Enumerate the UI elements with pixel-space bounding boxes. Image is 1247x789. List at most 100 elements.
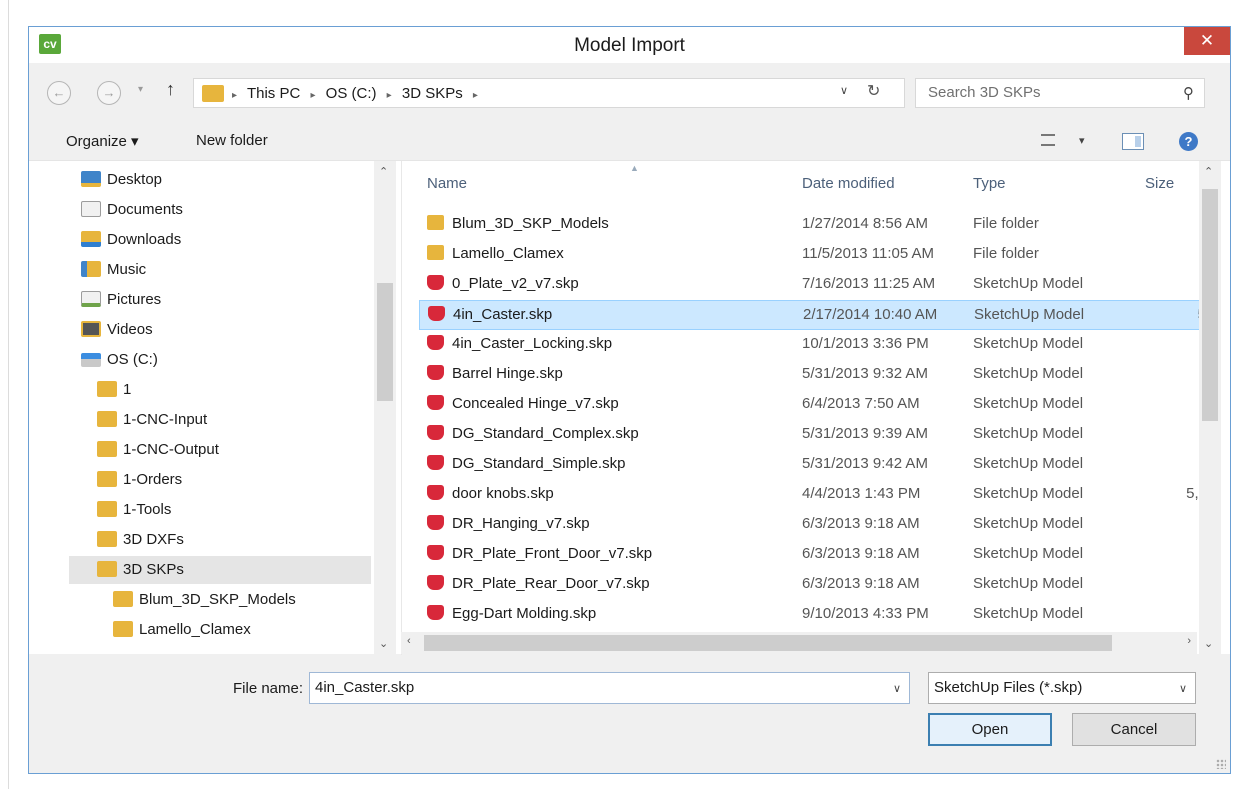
file-date-cell: 6/3/2013 9:18 AM [802,515,920,532]
drive-icon [81,353,101,367]
scroll-up-icon[interactable]: ⌃ [1204,165,1213,178]
file-row[interactable]: Concealed Hinge_v7.skp 6/4/2013 7:50 AM Sk… [419,390,1209,420]
column-header-type[interactable]: Type [973,175,1006,192]
file-row[interactable]: DG_Standard_Complex.skp 5/31/2013 9:39 AM… [419,420,1209,450]
tree-item[interactable]: OS (C:) [81,346,158,374]
file-type-select[interactable]: SketchUp Files (*.skp) ∨ [928,672,1196,704]
column-header-size[interactable]: Size [1145,175,1174,192]
tree-item[interactable]: 1-CNC-Output [97,436,219,464]
new-folder-button[interactable]: New folder [196,132,268,149]
file-row[interactable]: door knobs.skp 4/4/2013 1:43 PM SketchUp M… [419,480,1209,510]
help-icon[interactable]: ? [1179,132,1198,151]
file-row[interactable]: 4in_Caster_Locking.skp 10/1/2013 3:36 PM S… [419,330,1209,360]
file-type-dropdown-icon[interactable]: ∨ [1179,682,1187,695]
navigation-scrollbar[interactable]: ⌃ ⌄ [374,161,396,655]
file-type-cell: SketchUp Model [973,515,1084,532]
horizontal-scrollbar[interactable]: ‹ › [401,632,1197,654]
refresh-icon[interactable]: ↻ [867,81,880,101]
file-row[interactable]: Lamello_Clamex 11/5/2013 11:05 AM File fol… [419,240,1209,270]
tree-item[interactable]: 1-Orders [97,466,182,494]
folder-icon [427,245,444,260]
file-row[interactable]: 4in_Caster.skp 2/17/2014 10:40 AM SketchUp… [419,300,1209,330]
tree-item[interactable]: Desktop [81,166,162,194]
file-date-cell: 11/5/2013 11:05 AM [802,245,935,262]
file-date-cell: 6/4/2013 7:50 AM [802,395,920,412]
tree-item[interactable]: 3D DXFs [97,526,184,554]
tree-item[interactable]: Videos [81,316,153,344]
page-edge-line [8,0,9,789]
file-name-cell: 4in_Caster.skp [428,301,552,329]
scrollbar-thumb[interactable] [424,635,1112,651]
title-bar[interactable]: cv Model Import ✕ [29,27,1230,63]
folder-icon [97,441,117,457]
resize-grip-icon[interactable] [1216,759,1226,769]
breadcrumb-this-pc[interactable]: This PC [247,85,300,102]
file-name-cell: door knobs.skp [427,480,554,508]
tree-item[interactable]: 1 [97,376,131,404]
tree-item[interactable]: 3D SKPs [69,556,371,584]
open-button[interactable]: Open [928,713,1052,746]
file-list-scrollbar[interactable]: ⌃ ⌄ [1199,161,1221,655]
file-name-cell: DR_Hanging_v7.skp [427,510,590,538]
file-name-input[interactable]: 4in_Caster.skp ∨ [309,672,910,704]
column-header-date-modified[interactable]: Date modified [802,175,895,192]
tree-item[interactable]: Downloads [81,226,181,254]
tree-item[interactable]: Music [81,256,146,284]
file-row[interactable]: DG_Standard_Simple.skp 5/31/2013 9:42 AM S… [419,450,1209,480]
downloads-icon [81,231,101,247]
file-type-cell: File folder [973,215,1039,232]
tree-item[interactable]: Documents [81,196,183,224]
search-input[interactable]: Search 3D SKPs ⚲ [915,78,1205,108]
file-name-value: 4in_Caster.skp [315,679,415,696]
back-arrow-icon[interactable]: ← [47,81,71,105]
breadcrumb-3d-skps[interactable]: 3D SKPs [402,85,463,102]
scrollbar-thumb[interactable] [1202,189,1218,421]
file-row[interactable]: DR_Plate_Front_Door_v7.skp 6/3/2013 9:18 … [419,540,1209,570]
search-icon[interactable]: ⚲ [1183,84,1194,102]
file-row[interactable]: DR_Plate_Rear_Door_v7.skp 6/3/2013 9:18 A… [419,570,1209,600]
file-type-cell: SketchUp Model [974,306,1085,323]
organize-button[interactable]: Organize ▾ [66,132,139,150]
address-dropdown-icon[interactable]: ∨ [840,84,848,97]
scroll-up-icon[interactable]: ⌃ [379,165,388,178]
scroll-down-icon[interactable]: ⌄ [1204,637,1213,650]
recent-locations-dropdown-icon[interactable]: ▾ [138,84,143,95]
file-date-cell: 4/4/2013 1:43 PM [802,485,921,502]
tree-item[interactable]: 1-Tools [97,496,171,524]
view-options-icon[interactable] [1041,134,1055,146]
file-row[interactable]: Blum_3D_SKP_Models 1/27/2014 8:56 AM File … [419,210,1209,240]
preview-pane-icon[interactable] [1122,133,1144,150]
file-date-cell: 7/16/2013 11:25 AM [802,275,936,292]
scroll-down-icon[interactable]: ⌄ [379,637,388,650]
file-date-cell: 1/27/2014 8:56 AM [802,215,928,232]
window-title: Model Import [574,35,685,56]
column-header-name[interactable]: Name [427,175,467,192]
tree-item-label: Pictures [107,291,162,308]
file-row[interactable]: Egg-Dart Molding.skp 9/10/2013 4:33 PM Ske… [419,600,1209,630]
breadcrumb-os-c[interactable]: OS (C:) [326,85,377,102]
file-type-cell: SketchUp Model [973,485,1084,502]
file-name-dropdown-icon[interactable]: ∨ [893,682,901,695]
scrollbar-thumb[interactable] [377,283,393,401]
navigation-pane[interactable]: Desktop Documents Downloads Music Pictures Vi… [29,161,398,655]
file-row[interactable]: 0_Plate_v2_v7.skp 7/16/2013 11:25 AM Sketc… [419,270,1209,300]
tree-item[interactable]: Blum_3D_SKP_Models [113,586,296,614]
tree-item-label: 1-CNC-Output [123,441,219,458]
cancel-button[interactable]: Cancel [1072,713,1196,746]
view-dropdown-icon[interactable]: ▾ [1079,134,1085,147]
scroll-left-icon[interactable]: ‹ [407,635,411,647]
file-date-cell: 5/31/2013 9:39 AM [802,425,928,442]
file-name-cell: Egg-Dart Molding.skp [427,600,596,628]
file-name-cell: Blum_3D_SKP_Models [427,210,609,238]
up-arrow-icon[interactable]: ↑ [166,79,175,100]
forward-arrow-icon[interactable]: → [97,81,121,105]
scroll-right-icon[interactable]: › [1187,635,1191,647]
close-button[interactable]: ✕ [1184,27,1230,55]
address-bar[interactable]: ▸ This PC ▸ OS (C:) ▸ 3D SKPs ▸ [193,78,905,108]
tree-item[interactable]: Lamello_Clamex [113,616,251,644]
tree-item[interactable]: Pictures [81,286,161,314]
sketchup-file-icon [427,275,444,290]
file-row[interactable]: DR_Hanging_v7.skp 6/3/2013 9:18 AM SketchU… [419,510,1209,540]
file-row[interactable]: Barrel Hinge.skp 5/31/2013 9:32 AM SketchU… [419,360,1209,390]
tree-item[interactable]: 1-CNC-Input [97,406,207,434]
